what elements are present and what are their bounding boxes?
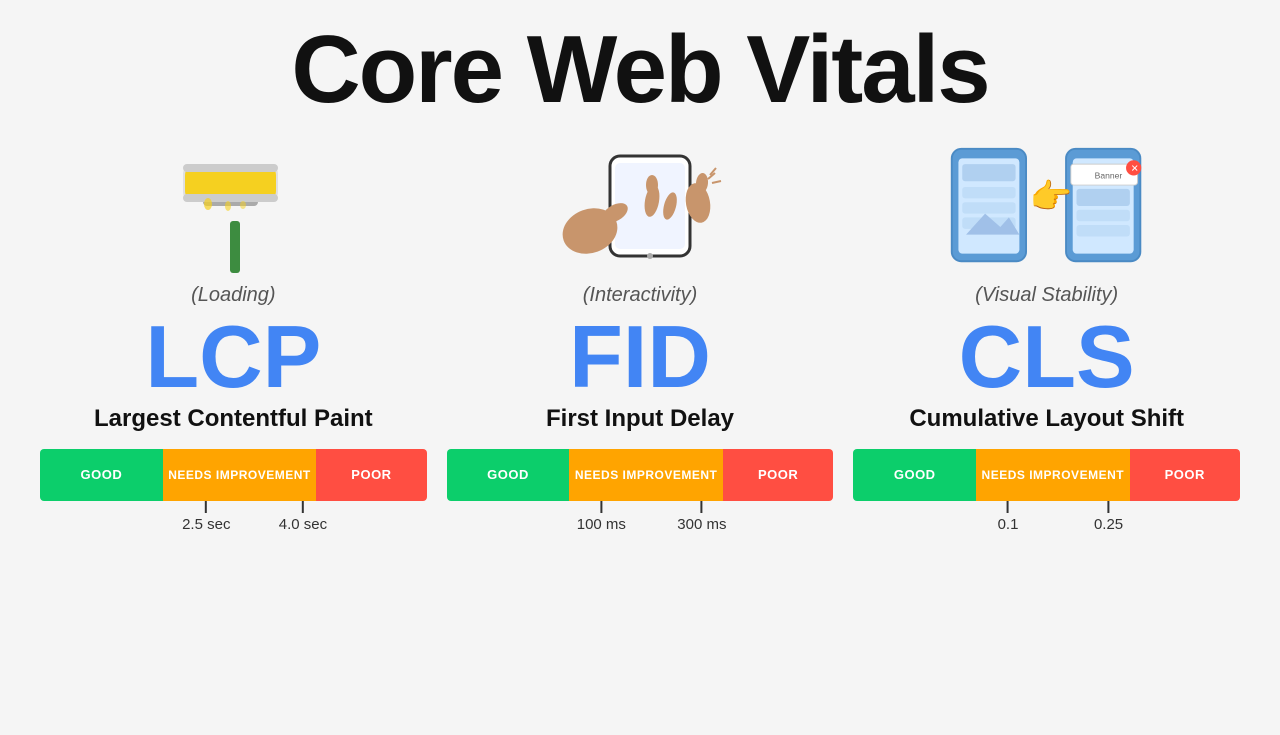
lcp-rating-bar-container: GOOD NEEDS IMPROVEMENT POOR 2.5 sec 4.0 … bbox=[40, 449, 427, 537]
paint-roller-icon bbox=[163, 136, 303, 276]
cls-icon-area: Banner ✕ 👉 bbox=[947, 136, 1147, 276]
fid-category: (Interactivity) bbox=[583, 284, 697, 307]
lcp-rating-bar: GOOD NEEDS IMPROVEMENT POOR bbox=[40, 449, 427, 501]
fid-bar-needs: NEEDS IMPROVEMENT bbox=[569, 449, 722, 501]
lcp-tick2: 4.0 sec bbox=[279, 501, 327, 533]
lcp-ticks: 2.5 sec 4.0 sec bbox=[40, 501, 427, 537]
cls-tick1: 0.1 bbox=[998, 501, 1019, 533]
cls-tick2: 0.25 bbox=[1094, 501, 1123, 533]
fid-acronym: FID bbox=[569, 313, 711, 401]
fid-tick2: 300 ms bbox=[677, 501, 726, 533]
fid-fullname: First Input Delay bbox=[546, 405, 734, 433]
fid-icon-area bbox=[540, 136, 740, 276]
cls-bar-needs: NEEDS IMPROVEMENT bbox=[976, 449, 1129, 501]
metric-cls: Banner ✕ 👉 (Visual Stability) CLS Cumula… bbox=[853, 136, 1240, 557]
cls-acronym: CLS bbox=[959, 313, 1135, 401]
touch-icon bbox=[540, 141, 740, 271]
svg-text:👉: 👉 bbox=[1030, 178, 1073, 216]
cls-category: (Visual Stability) bbox=[975, 284, 1118, 307]
fid-ticks: 100 ms 300 ms bbox=[447, 501, 834, 537]
lcp-bar-good: GOOD bbox=[40, 449, 163, 501]
fid-rating-bar-container: GOOD NEEDS IMPROVEMENT POOR 100 ms 300 m… bbox=[447, 449, 834, 537]
cls-bar-good: GOOD bbox=[853, 449, 976, 501]
cls-rating-bar-container: GOOD NEEDS IMPROVEMENT POOR 0.1 0.25 bbox=[853, 449, 1240, 537]
fid-rating-bar: GOOD NEEDS IMPROVEMENT POOR bbox=[447, 449, 834, 501]
cls-ticks: 0.1 0.25 bbox=[853, 501, 1240, 537]
cls-fullname: Cumulative Layout Shift bbox=[909, 405, 1184, 433]
cls-rating-bar: GOOD NEEDS IMPROVEMENT POOR bbox=[853, 449, 1240, 501]
svg-text:✕: ✕ bbox=[1130, 164, 1138, 175]
lcp-bar-needs: NEEDS IMPROVEMENT bbox=[163, 449, 316, 501]
page-title: Core Web Vitals bbox=[291, 20, 988, 121]
metrics-grid: (Loading) LCP Largest Contentful Paint G… bbox=[40, 136, 1240, 557]
fid-tick1: 100 ms bbox=[577, 501, 626, 533]
lcp-fullname: Largest Contentful Paint bbox=[94, 405, 373, 433]
fid-bar-poor: POOR bbox=[723, 449, 833, 501]
metric-lcp: (Loading) LCP Largest Contentful Paint G… bbox=[40, 136, 427, 557]
lcp-category: (Loading) bbox=[191, 284, 276, 307]
cls-bar-poor: POOR bbox=[1130, 449, 1240, 501]
metric-fid: (Interactivity) FID First Input Delay GO… bbox=[447, 136, 834, 557]
layout-shift-icon: Banner ✕ 👉 bbox=[947, 136, 1147, 276]
lcp-bar-poor: POOR bbox=[316, 449, 426, 501]
lcp-acronym: LCP bbox=[145, 313, 321, 401]
lcp-tick1: 2.5 sec bbox=[182, 501, 230, 533]
lcp-icon-area bbox=[133, 136, 333, 276]
svg-text:Banner: Banner bbox=[1094, 170, 1122, 180]
fid-bar-good: GOOD bbox=[447, 449, 570, 501]
